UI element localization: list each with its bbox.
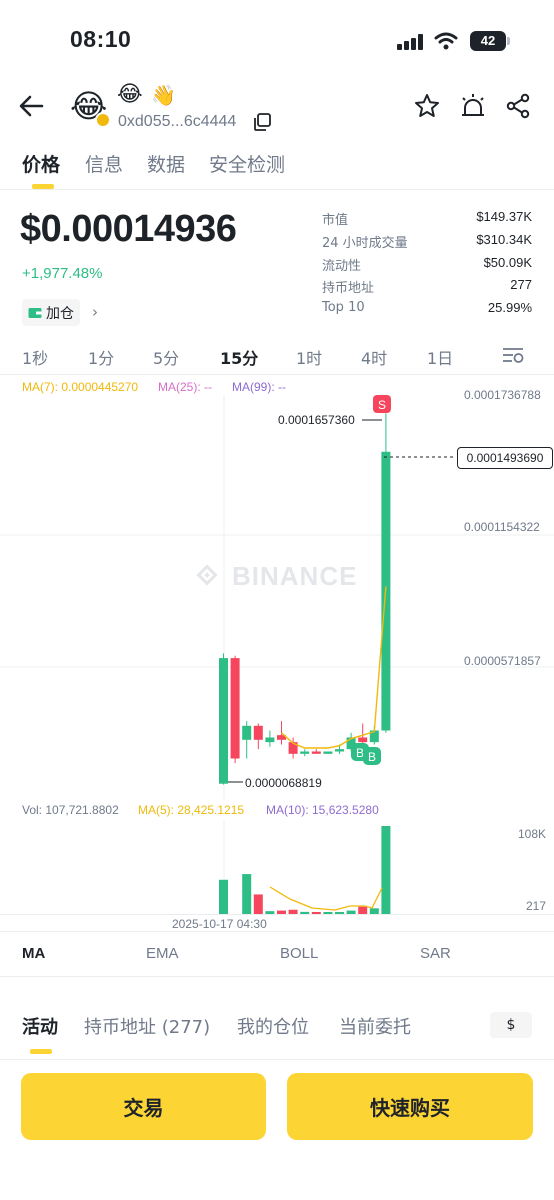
chart-bottom-divider <box>0 931 554 932</box>
bottom-tab-underline <box>30 1049 52 1054</box>
current-price: $0.00014936 <box>20 208 237 250</box>
interval-1h[interactable]: 1时 <box>296 345 322 369</box>
candle-body <box>230 658 240 759</box>
svg-text:B: B <box>368 750 376 764</box>
star-icon[interactable] <box>414 93 440 119</box>
indicator-sar[interactable]: SAR <box>420 945 451 962</box>
alert-icon[interactable] <box>458 92 488 120</box>
interval-1d[interactable]: 1日 <box>427 345 453 369</box>
svg-text:B: B <box>356 746 364 760</box>
volume-bar <box>242 874 252 914</box>
token-emoji-name: 😂 <box>117 82 143 107</box>
currency-toggle[interactable]: $ <box>490 1012 532 1038</box>
indicator-boll[interactable]: BOLL <box>280 945 318 962</box>
stat-label-market-cap: 市值 <box>322 213 349 228</box>
stat-value-market-cap: $149.37K <box>476 209 532 224</box>
tab-price[interactable]: 价格 <box>22 150 60 177</box>
interval-5m[interactable]: 5分 <box>153 345 179 369</box>
wifi-icon <box>434 32 458 50</box>
volume-bar <box>381 826 391 914</box>
interval-4h[interactable]: 4时 <box>361 345 387 369</box>
price-axis-low: 0.0000571857 <box>464 654 541 668</box>
stat-label-holders: 持币地址 <box>322 281 375 296</box>
volume-ma5-legend: MA(5): 28,425.1215 <box>138 803 245 817</box>
tab-my-positions[interactable]: 我的仓位 <box>237 1013 309 1039</box>
chevron-right-icon[interactable]: › <box>92 303 98 321</box>
candle-body <box>300 751 310 754</box>
stat-value-volume: $310.34K <box>476 232 532 247</box>
indicator-divider <box>0 976 554 977</box>
candle-body <box>219 658 228 784</box>
indicator-ma[interactable]: MA <box>22 945 45 962</box>
interval-15m[interactable]: 15分 <box>220 345 258 369</box>
volume-legend: Vol: 107,721.8802 <box>22 803 119 817</box>
interval-1s[interactable]: 1秒 <box>22 345 48 369</box>
indicator-ema[interactable]: EMA <box>146 945 179 962</box>
candle-body <box>358 737 368 743</box>
stat-label-volume: 24 小时成交量 <box>322 236 408 251</box>
wallet-icon <box>28 307 42 318</box>
stat-value-top10: 25.99% <box>487 300 532 315</box>
volume-bar <box>253 894 263 914</box>
trade-button[interactable]: 交易 <box>21 1073 266 1140</box>
high-price-label: 0.0001657360 <box>278 413 355 427</box>
tab-data[interactable]: 数据 <box>147 150 185 177</box>
tab-info[interactable]: 信息 <box>85 150 123 177</box>
status-time: 08:10 <box>70 26 132 52</box>
candle-body <box>311 751 321 754</box>
volume-chart <box>219 820 391 915</box>
ma25-legend: MA(25): -- <box>158 380 212 394</box>
tabs-divider <box>0 189 554 190</box>
tab-security-check[interactable]: 安全检测 <box>209 150 285 177</box>
candle-body <box>253 725 263 740</box>
quick-buy-button[interactable]: 快速购买 <box>287 1073 533 1140</box>
token-address: 0xd055...6c4444 <box>118 113 237 130</box>
tab-open-orders[interactable]: 当前委托 <box>339 1013 411 1039</box>
chain-badge-icon <box>95 112 111 128</box>
price-axis-mid: 0.0001154322 <box>464 520 540 534</box>
candle-body <box>242 725 252 740</box>
battery-nub <box>507 37 510 45</box>
volume-bar <box>219 879 228 914</box>
volume-axis-top: 108K <box>518 827 547 841</box>
ma99-legend: MA(99): -- <box>232 380 286 394</box>
sell-marker: S <box>373 395 391 413</box>
stat-value-liquidity: $50.09K <box>483 255 532 270</box>
candle-body <box>335 749 344 752</box>
token-emoji-wave: 👋 <box>151 83 176 107</box>
volume-baseline <box>0 914 554 915</box>
volume-bar <box>358 906 368 914</box>
copy-icon[interactable] <box>252 112 272 132</box>
add-position-button[interactable]: 加仓 <box>22 299 80 326</box>
tab-activity[interactable]: 活动 <box>22 1013 58 1039</box>
time-axis-label: 2025-10-17 04:30 <box>172 917 267 931</box>
interval-divider <box>0 374 554 375</box>
price-axis-top: 0.0001736788 <box>464 388 541 402</box>
volume-ma-line <box>269 886 383 911</box>
candle-body <box>265 737 275 743</box>
bottom-tabs-divider <box>0 1059 554 1060</box>
back-arrow-icon[interactable] <box>18 94 44 118</box>
volume-ma10-legend: MA(10): 15,623.5280 <box>266 803 379 817</box>
stat-value-holders: 277 <box>510 277 532 292</box>
svg-text:S: S <box>378 398 386 412</box>
current-price-tag: 0.0001493690 <box>457 447 553 469</box>
chart-settings-icon[interactable] <box>501 345 525 365</box>
interval-1m[interactable]: 1分 <box>88 345 114 369</box>
signal-icon <box>397 34 423 50</box>
stat-label-liquidity: 流动性 <box>322 259 362 274</box>
volume-axis-bottom: 217 <box>526 899 547 913</box>
share-icon[interactable] <box>505 93 531 119</box>
binance-watermark: BINANCE <box>196 561 357 591</box>
price-change: +1,977.48% <box>22 265 103 282</box>
ma7-legend: MA(7): 0.0000445270 <box>22 380 139 394</box>
buy-marker: B <box>363 747 381 765</box>
stat-label-top10: Top 10 <box>322 300 365 315</box>
watermark-text: BINANCE <box>232 561 357 591</box>
low-price-label: 0.0000068819 <box>245 776 322 790</box>
candle-body <box>323 751 333 754</box>
add-position-label: 加仓 <box>46 305 74 322</box>
battery-indicator: 42 <box>470 31 506 51</box>
tab-holders[interactable]: 持币地址 (277) <box>84 1013 210 1039</box>
